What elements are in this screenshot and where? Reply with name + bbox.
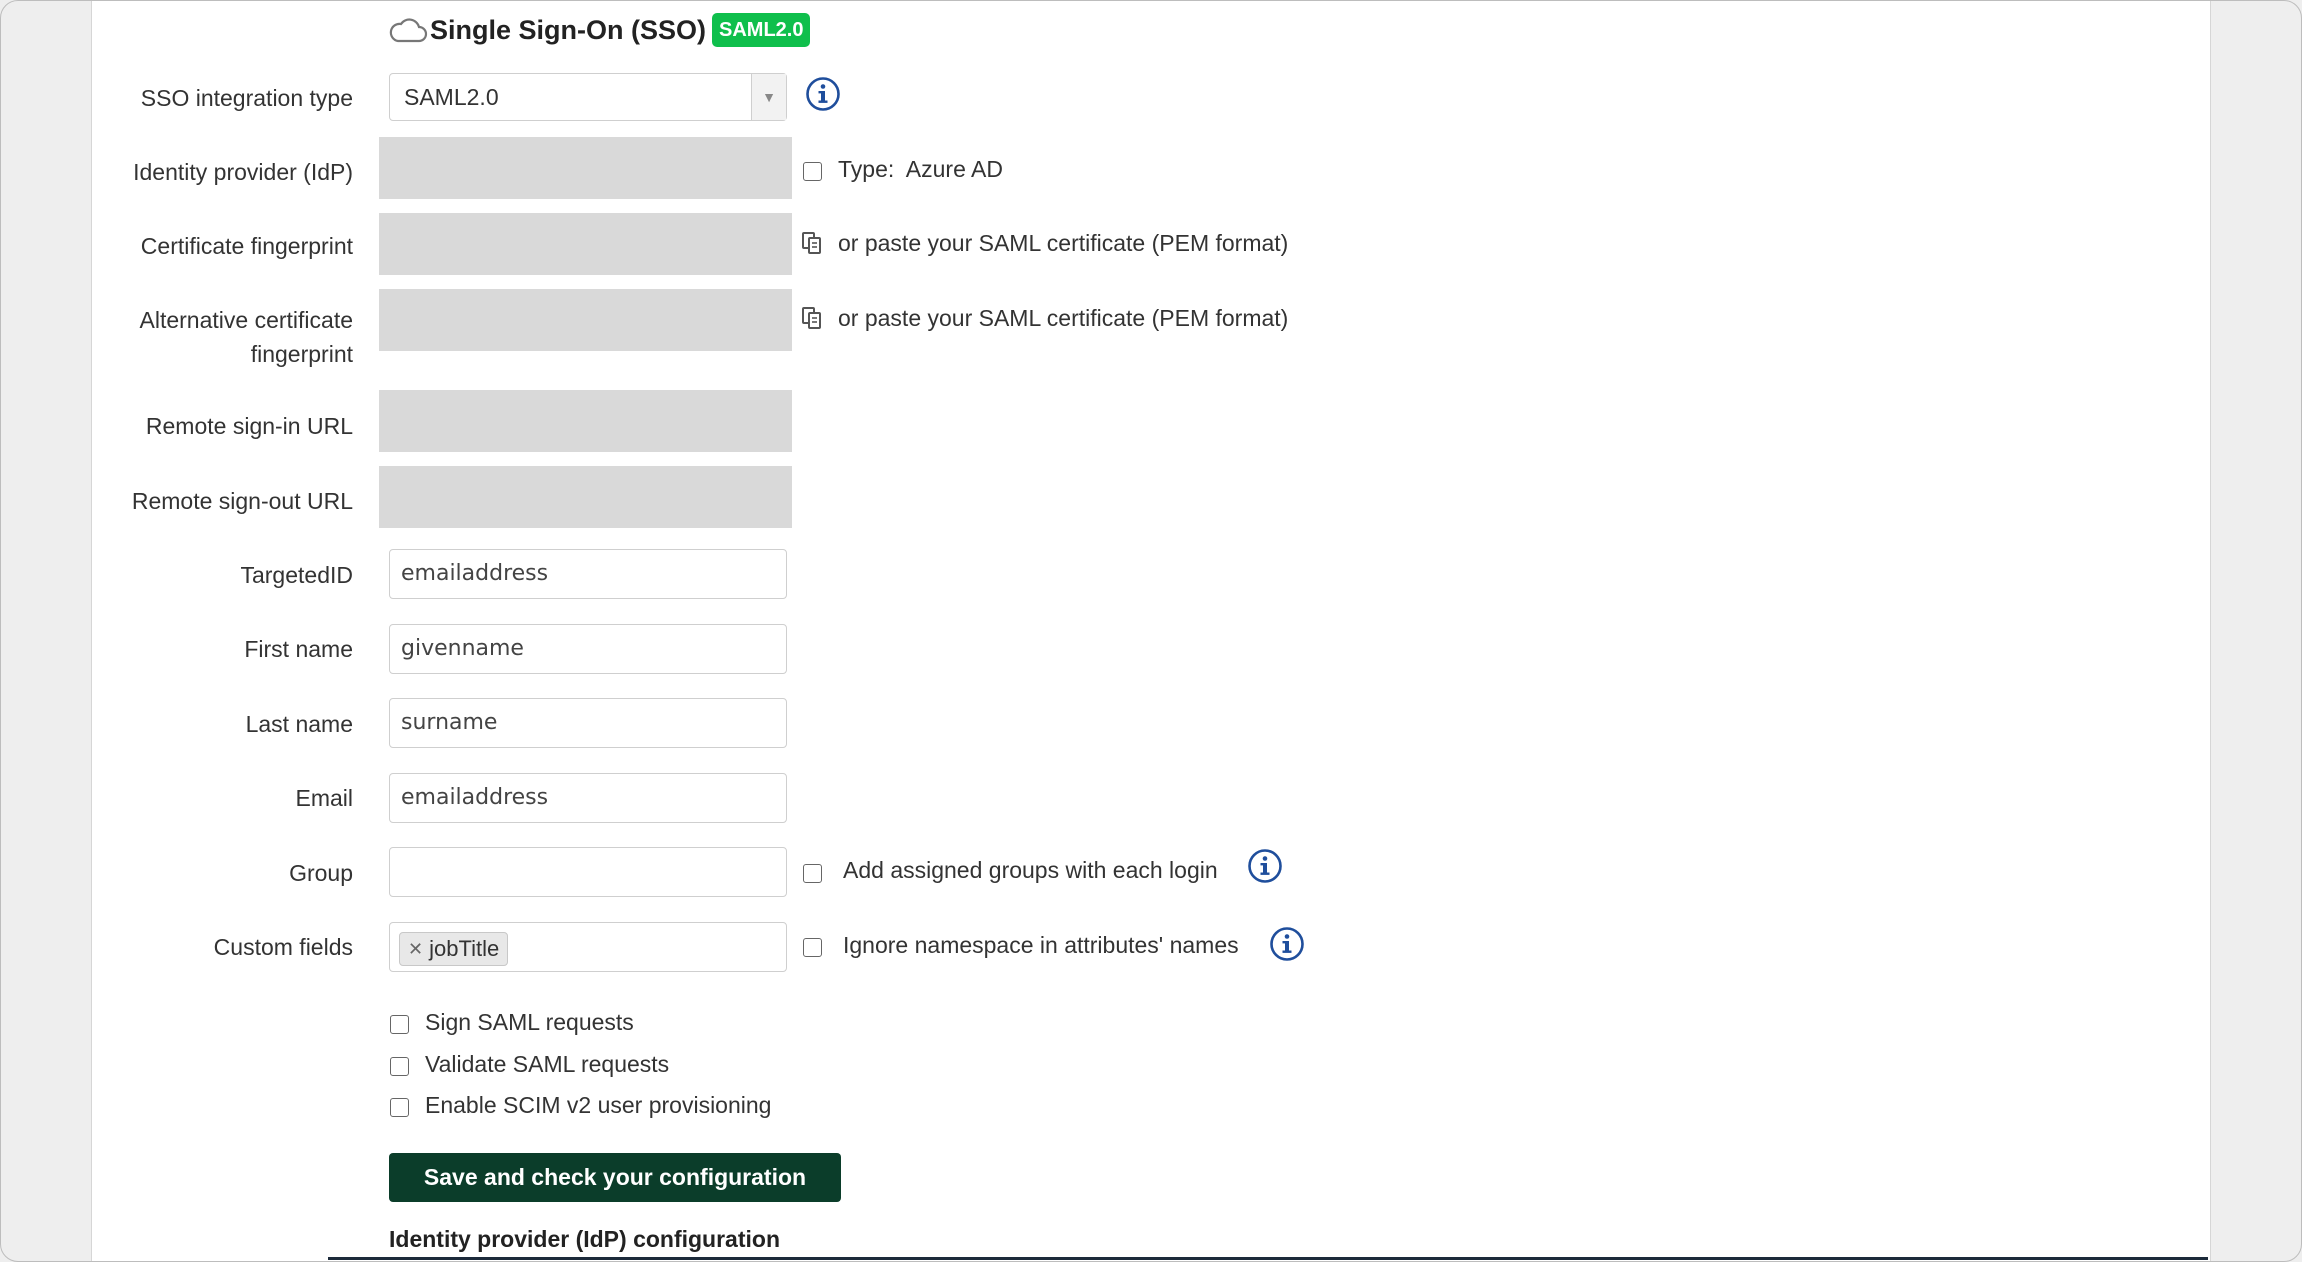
last-name-input[interactable]: surname	[389, 698, 787, 748]
cert-paste-text[interactable]: or paste your SAML certificate (PEM form…	[838, 228, 1288, 258]
cert-field[interactable]	[379, 213, 792, 275]
custom-field-tag[interactable]: ✕ jobTitle	[399, 932, 509, 966]
group-label: Group	[289, 860, 353, 886]
page-title: Single Sign-On (SSO) SAML2.0	[388, 10, 811, 50]
idp-type-text: Type: Azure AD	[838, 154, 1003, 184]
cert-label: Certificate fingerprint	[140, 233, 353, 259]
custom-fields-label: Custom fields	[213, 934, 353, 960]
validate-saml-checkbox[interactable]	[390, 1057, 409, 1076]
signout-url-field[interactable]	[379, 466, 792, 528]
idp-type-prefix: Type:	[838, 156, 895, 182]
targeted-id-label: TargetedID	[240, 562, 353, 588]
alt-cert-label-line2: fingerprint	[250, 341, 353, 367]
info-icon[interactable]	[1247, 848, 1283, 884]
bottom-divider	[328, 1257, 2208, 1260]
alt-cert-field[interactable]	[379, 289, 792, 351]
sso-type-select[interactable]: SAML2.0 ▼	[389, 73, 787, 121]
alt-cert-label-line1: Alternative certificate	[139, 307, 353, 333]
group-input[interactable]	[389, 847, 787, 897]
signout-url-label: Remote sign-out URL	[131, 488, 353, 514]
assigned-groups-checkbox[interactable]	[803, 864, 822, 883]
idp-type-checkbox[interactable]	[803, 162, 822, 181]
sign-saml-checkbox[interactable]	[390, 1015, 409, 1034]
custom-field-tag-label: jobTitle	[429, 936, 500, 961]
idp-label: Identity provider (IdP)	[133, 159, 353, 185]
validate-saml-label: Validate SAML requests	[425, 1051, 670, 1077]
saml-badge: SAML2.0	[712, 13, 811, 47]
save-button[interactable]: Save and check your configuration	[389, 1153, 841, 1202]
info-icon[interactable]	[805, 76, 841, 112]
sign-saml-label: Sign SAML requests	[425, 1009, 634, 1035]
ignore-namespace-checkbox[interactable]	[803, 938, 822, 957]
sso-type-value: SAML2.0	[404, 84, 499, 110]
idp-config-heading: Identity provider (IdP) configuration	[389, 1226, 780, 1252]
chevron-down-icon[interactable]: ▼	[751, 74, 786, 120]
targeted-id-input[interactable]: emailaddress	[389, 549, 787, 599]
first-name-input[interactable]: givenname	[389, 624, 787, 674]
email-label: Email	[295, 785, 353, 811]
first-name-label: First name	[244, 636, 353, 662]
signin-url-field[interactable]	[379, 390, 792, 452]
ignore-namespace-label: Ignore namespace in attributes' names	[843, 932, 1239, 958]
last-name-label: Last name	[245, 711, 353, 737]
clipboard-icon[interactable]	[801, 306, 823, 330]
info-icon[interactable]	[1269, 926, 1305, 962]
remove-tag-icon[interactable]: ✕	[408, 939, 423, 960]
cloud-icon	[389, 18, 428, 43]
window-frame	[0, 0, 2302, 1262]
idp-type-value: Azure AD	[905, 156, 1003, 182]
signin-url-label: Remote sign-in URL	[145, 413, 353, 439]
sso-type-label: SSO integration type	[140, 85, 353, 111]
idp-field[interactable]	[379, 137, 792, 199]
email-input[interactable]: emailaddress	[389, 773, 787, 823]
enable-scim-checkbox[interactable]	[390, 1098, 409, 1117]
page-title-text: Single Sign-On (SSO)	[430, 14, 706, 45]
clipboard-icon[interactable]	[801, 231, 823, 255]
assigned-groups-label: Add assigned groups with each login	[843, 857, 1218, 883]
alt-cert-paste-text[interactable]: or paste your SAML certificate (PEM form…	[838, 303, 1288, 333]
enable-scim-label: Enable SCIM v2 user provisioning	[425, 1092, 772, 1118]
